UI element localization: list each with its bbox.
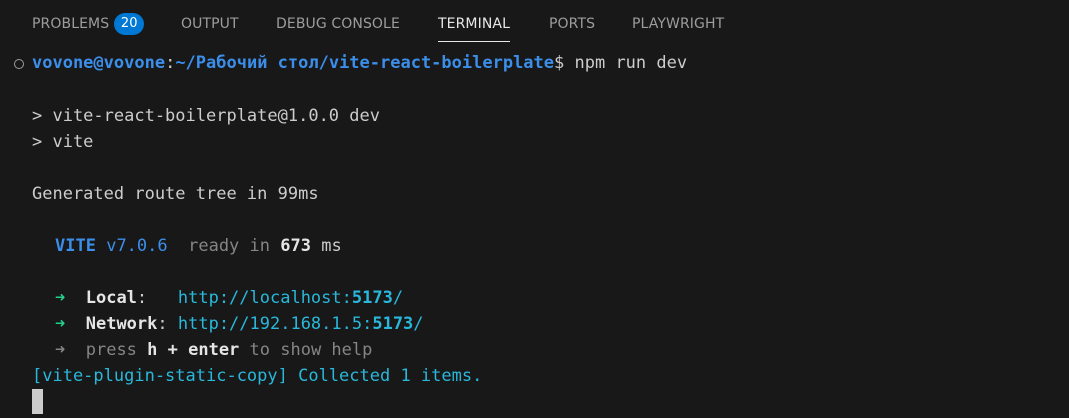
- tab-debug-console[interactable]: DEBUG CONSOLE: [276, 0, 400, 48]
- network-url-line: ➜ Network: http://192.168.1.5:5173/: [55, 314, 424, 334]
- tab-ports-label: PORTS: [549, 16, 596, 32]
- vite-name: VITE: [55, 236, 96, 256]
- arrow-icon: ➜: [55, 340, 66, 360]
- network-port: 5173: [372, 314, 414, 334]
- help-key: h + enter: [147, 340, 240, 360]
- local-url-line: ➜ Local: http://localhost:5173/: [55, 288, 404, 308]
- help-line: ➜ press h + enter to show help: [55, 337, 372, 363]
- prompt-line: vovone@vovone:~/Рабочий стол/vite-react-…: [32, 50, 687, 76]
- local-url-prefix: http://localhost:: [177, 288, 352, 308]
- network-url-suffix: /: [413, 314, 424, 334]
- tab-output[interactable]: OUTPUT: [181, 0, 239, 48]
- tab-debug-console-label: DEBUG CONSOLE: [276, 16, 400, 32]
- vite-version: v7.0.6: [106, 236, 168, 256]
- local-url-link[interactable]: http://localhost:5173/: [178, 288, 403, 308]
- local-url-suffix: /: [392, 288, 404, 308]
- vite-command-line: > vite: [32, 132, 94, 152]
- terminal-output[interactable]: vovone@vovone:~/Рабочий стол/vite-react-…: [0, 48, 1069, 418]
- prompt-path: ~/Рабочий стол/vite-react-boilerplate: [175, 53, 555, 73]
- tab-problems-label: PROBLEMS: [32, 16, 110, 32]
- tab-ports[interactable]: PORTS: [549, 0, 595, 48]
- panel-tab-bar: PROBLEMS 20 OUTPUT DEBUG CONSOLE TERMINA…: [0, 0, 1069, 48]
- ready-ms: 673: [280, 236, 311, 256]
- local-label: Local: [85, 288, 137, 308]
- ready-unit: ms: [321, 236, 342, 256]
- prompt-symbol: $: [554, 53, 565, 73]
- tab-terminal[interactable]: TERMINAL: [438, 0, 510, 48]
- vite-ready-line: VITE v7.0.6 ready in 673 ms: [55, 233, 342, 259]
- script-line: > vite-react-boilerplate@1.0.0 dev: [32, 106, 380, 126]
- tab-playwright[interactable]: PLAYWRIGHT: [632, 0, 724, 48]
- local-port: 5173: [351, 288, 393, 308]
- command-status-dot-icon[interactable]: [14, 59, 24, 69]
- tab-problems[interactable]: PROBLEMS 20: [32, 0, 145, 48]
- route-tree-line: Generated route tree in 99ms: [32, 184, 319, 204]
- help-press: press: [85, 340, 137, 360]
- prompt-separator: :: [165, 53, 176, 73]
- tab-output-label: OUTPUT: [181, 16, 239, 32]
- network-url-link[interactable]: http://192.168.1.5:5173/: [178, 314, 424, 334]
- prompt-user: vovone@vovone: [32, 53, 166, 73]
- tab-playwright-label: PLAYWRIGHT: [632, 16, 725, 32]
- tab-terminal-label: TERMINAL: [438, 16, 510, 32]
- terminal-cursor: [32, 389, 43, 414]
- plugin-log-line: [vite-plugin-static-copy] Collected 1 it…: [32, 366, 483, 386]
- help-rest: to show help: [249, 340, 373, 360]
- network-label: Network: [85, 314, 158, 334]
- ready-text: ready in: [188, 236, 270, 256]
- problems-count-badge: 20: [114, 13, 145, 35]
- network-url-prefix: http://192.168.1.5:: [177, 314, 373, 334]
- arrow-icon: ➜: [55, 288, 66, 308]
- prompt-command: npm run dev: [564, 53, 688, 73]
- arrow-icon: ➜: [55, 314, 66, 334]
